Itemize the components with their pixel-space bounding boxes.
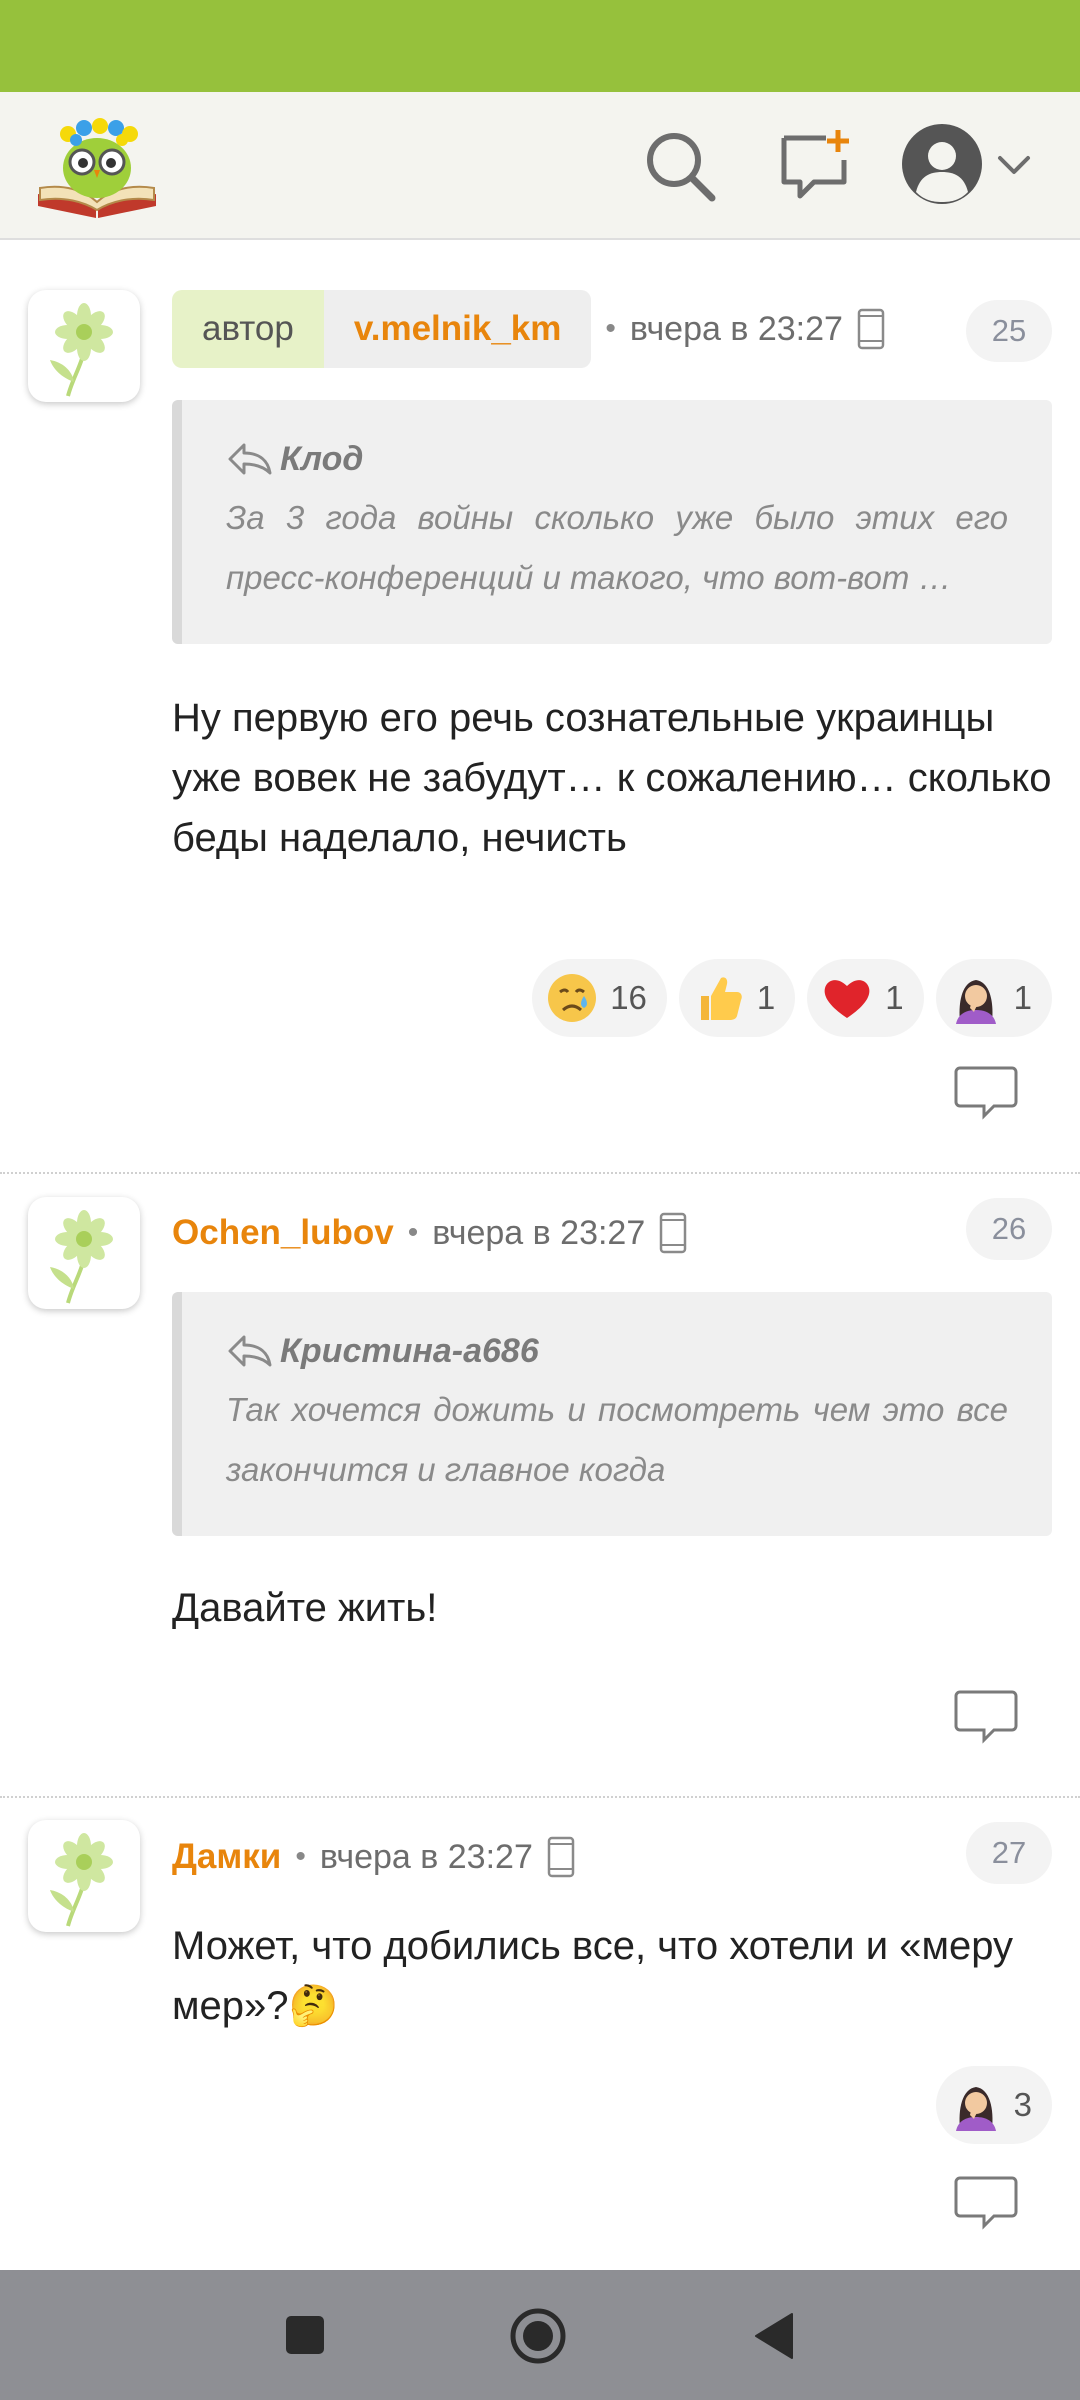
reactions: 16 1 1 1: [532, 959, 1052, 1037]
comment-number[interactable]: 27: [966, 1822, 1052, 1884]
divider: [0, 1172, 1080, 1174]
status-bar: [0, 0, 1080, 92]
comment-time[interactable]: вчера в 23:27: [320, 1838, 533, 1877]
avatar[interactable]: [28, 1820, 140, 1932]
comment-text: Может, что добились все, что хотели и «м…: [172, 1924, 1013, 2028]
comment-number[interactable]: 25: [966, 300, 1052, 362]
reaction-count: 3: [1013, 2086, 1032, 2123]
quote-header: Кристина-а686: [226, 1328, 1008, 1374]
comment-text: Давайте жить!: [172, 1586, 438, 1630]
divider: [0, 1796, 1080, 1798]
quote-text: Так хочется дожить и посмотреть чем это …: [226, 1391, 1008, 1488]
circle-icon[interactable]: [510, 2308, 566, 2364]
reaction-facepalm[interactable]: 3: [935, 2066, 1052, 2144]
search-icon[interactable]: [640, 126, 720, 206]
author-nickname[interactable]: v.melnik_km: [323, 290, 592, 368]
author-tag: автор: [172, 290, 324, 368]
triangle-back-icon[interactable]: [752, 2312, 796, 2360]
comment-meta: Ochen_lubov • вчера в 23:27: [172, 1194, 687, 1272]
separator-dot: •: [295, 1840, 306, 1873]
reaction-count: 1: [1013, 979, 1032, 1016]
phone-icon: [547, 1836, 575, 1878]
reaction-facepalm[interactable]: 1: [935, 959, 1052, 1037]
author-nickname[interactable]: Ochen_lubov: [172, 1213, 394, 1253]
reactions: 3: [935, 2066, 1052, 2144]
comment-number[interactable]: 26: [966, 1198, 1052, 1260]
author-pill[interactable]: автор v.melnik_km: [172, 290, 592, 368]
comment-reply-icon[interactable]: [954, 1064, 1018, 1120]
avatar[interactable]: [28, 1197, 140, 1309]
author-nickname[interactable]: Дамки: [172, 1837, 281, 1877]
crying-face-icon: [548, 974, 597, 1022]
phone-icon: [857, 308, 885, 350]
comment-time[interactable]: вчера в 23:27: [432, 1214, 645, 1253]
separator-dot: •: [407, 1216, 419, 1249]
owl-book-logo-icon[interactable]: [34, 110, 160, 222]
woman-facepalming-icon: [950, 2079, 1002, 2131]
comment-reply-icon[interactable]: [954, 2174, 1018, 2230]
quote-author: Клод: [280, 439, 364, 478]
comment-reply-icon[interactable]: [954, 1688, 1018, 1744]
comment-text: Ну первую его речь сознательные украинцы…: [172, 696, 1052, 860]
comment-meta: Дамки • вчера в 23:27: [172, 1818, 575, 1896]
avatar[interactable]: [28, 290, 140, 402]
system-navigation-bar: [0, 2270, 1080, 2400]
quote-block[interactable]: Клод За 3 года войны сколько уже было эт…: [172, 400, 1052, 644]
reaction-count: 1: [885, 979, 904, 1016]
comment-time[interactable]: вчера в 23:27: [630, 310, 843, 349]
reaction-count: 1: [756, 979, 776, 1016]
reaction-count: 16: [610, 979, 647, 1016]
user-avatar-icon[interactable]: [900, 122, 984, 206]
reply-arrow-icon: [226, 441, 274, 477]
separator-dot: •: [605, 312, 616, 345]
woman-facepalming-icon: [950, 972, 1002, 1024]
new-post-icon[interactable]: [776, 124, 856, 204]
quote-author: Кристина-а686: [280, 1331, 539, 1370]
quote-text: За 3 года войны сколько уже было этих ег…: [226, 499, 1008, 596]
app-header: [0, 92, 1080, 240]
quote-header: Клод: [226, 436, 1008, 482]
chevron-down-icon[interactable]: [994, 144, 1034, 184]
red-heart-icon: [824, 980, 870, 1018]
phone-icon: [659, 1212, 687, 1254]
reply-arrow-icon: [226, 1333, 274, 1369]
reaction-thumbs-up[interactable]: 1: [678, 959, 796, 1037]
reaction-crying[interactable]: 16: [532, 959, 667, 1037]
quote-block[interactable]: Кристина-а686 Так хочется дожить и посмо…: [172, 1292, 1052, 1536]
square-icon[interactable]: [284, 2314, 326, 2356]
thumbs-up-icon: [700, 977, 742, 1020]
reaction-heart[interactable]: 1: [807, 959, 924, 1037]
comment-meta: автор v.melnik_km • вчера в 23:27: [172, 290, 885, 368]
